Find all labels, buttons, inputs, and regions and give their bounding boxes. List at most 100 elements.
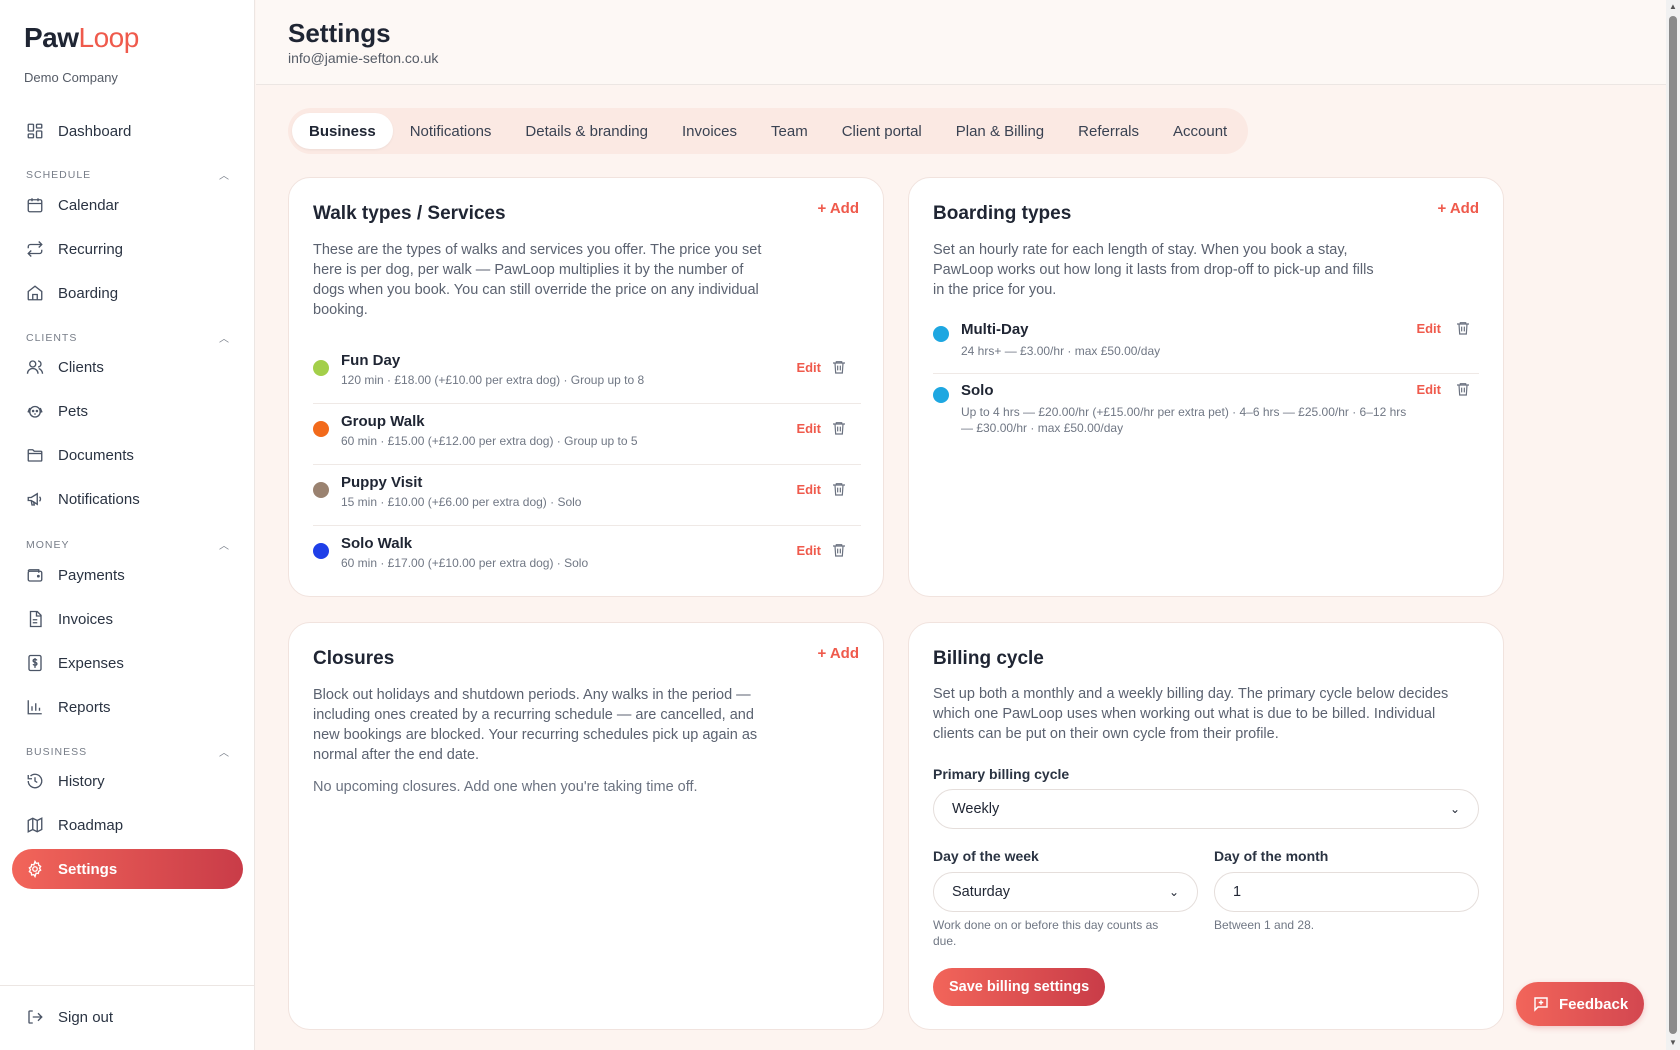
- add-closure-button[interactable]: + Add: [817, 645, 859, 662]
- list-item: Fun Day 120 min · £18.00 (+£10.00 per ex…: [313, 343, 861, 404]
- trash-icon[interactable]: [831, 359, 847, 375]
- day-of-month-label: Day of the month: [1214, 848, 1329, 864]
- trash-icon[interactable]: [831, 481, 847, 497]
- dog-icon: [26, 402, 44, 420]
- gear-icon: [26, 860, 44, 878]
- tab-plan-billing[interactable]: Plan & Billing: [939, 113, 1061, 149]
- day-of-month-input[interactable]: 1: [1214, 872, 1479, 912]
- sidebar-item-reports[interactable]: Reports: [12, 687, 243, 727]
- edit-button[interactable]: Edit: [796, 360, 821, 375]
- tab-referrals[interactable]: Referrals: [1061, 113, 1156, 149]
- tab-invoices[interactable]: Invoices: [665, 113, 754, 149]
- walk-types-title: Walk types / Services: [313, 203, 506, 224]
- edit-button[interactable]: Edit: [1416, 382, 1441, 397]
- chevron-up-icon: ︿: [219, 171, 230, 182]
- sidebar-item-dashboard[interactable]: Dashboard: [12, 111, 243, 151]
- add-boarding-type-button[interactable]: + Add: [1437, 200, 1479, 217]
- sidebar-item-label: History: [58, 772, 105, 790]
- sidebar-item-clients[interactable]: Clients: [12, 347, 243, 387]
- boarding-types-list: Multi-Day 24 hrs+ — £3.00/hr · max £50.0…: [933, 313, 1479, 454]
- edit-button[interactable]: Edit: [796, 543, 821, 558]
- history-icon: [26, 772, 44, 790]
- select-value: Saturday: [952, 884, 1011, 900]
- sidebar-item-label: Settings: [58, 860, 118, 878]
- sidebar-item-label: Dashboard: [58, 122, 132, 140]
- brand-name-part2: Loop: [78, 22, 140, 53]
- walk-types-card: Walk types / Services + Add These are th…: [288, 177, 884, 597]
- section-header-schedule[interactable]: SCHEDULE ︿: [26, 167, 230, 183]
- trash-icon[interactable]: [1455, 320, 1471, 336]
- section-header-money[interactable]: MONEY ︿: [26, 537, 230, 553]
- tab-team[interactable]: Team: [754, 113, 825, 149]
- scrollbar[interactable]: ▲ ▼: [1666, 0, 1680, 1050]
- tab-client-portal[interactable]: Client portal: [825, 113, 939, 149]
- sidebar-item-settings[interactable]: Settings: [12, 849, 243, 889]
- sidebar-item-label: Pets: [58, 402, 89, 420]
- section-header-clients[interactable]: CLIENTS ︿: [26, 330, 230, 346]
- add-walk-type-button[interactable]: + Add: [817, 200, 859, 217]
- home-icon: [26, 284, 44, 302]
- edit-button[interactable]: Edit: [1416, 321, 1441, 336]
- boarding-types-card: Boarding types + Add Set an hourly rate …: [908, 177, 1504, 597]
- edit-button[interactable]: Edit: [796, 482, 821, 497]
- sidebar-item-label: Recurring: [58, 240, 124, 258]
- brand-logo[interactable]: PawLoop: [24, 22, 139, 54]
- scrollbar-thumb[interactable]: [1669, 16, 1677, 1034]
- sidebar-item-label: Notifications: [58, 490, 140, 508]
- save-billing-settings-button[interactable]: Save billing settings: [933, 968, 1106, 1006]
- sidebar-item-documents[interactable]: Documents: [12, 435, 243, 475]
- color-dot: [313, 543, 329, 559]
- sidebar-item-notifications[interactable]: Notifications: [12, 479, 243, 519]
- day-of-week-select[interactable]: Saturday ⌄: [933, 872, 1198, 912]
- scroll-down-arrow-icon[interactable]: ▼: [1668, 1038, 1678, 1047]
- service-name: Fun Day: [341, 352, 401, 369]
- map-icon: [26, 816, 44, 834]
- chevron-up-icon: ︿: [219, 541, 230, 552]
- boarding-meta: Up to 4 hrs — £20.00/hr (+£15.00/hr per …: [961, 405, 1407, 435]
- tab-business[interactable]: Business: [292, 113, 393, 149]
- feedback-button[interactable]: Feedback: [1516, 982, 1645, 1026]
- sidebar-item-recurring[interactable]: Recurring: [12, 229, 243, 269]
- megaphone-icon: [26, 490, 44, 508]
- sidebar-item-roadmap[interactable]: Roadmap: [12, 805, 243, 845]
- section-header-label: BUSINESS: [26, 745, 88, 758]
- brand-name-part1: Paw: [24, 22, 79, 53]
- tab-notifications[interactable]: Notifications: [393, 113, 509, 149]
- list-item: Puppy Visit 15 min · £10.00 (+£6.00 per …: [313, 465, 861, 526]
- color-dot: [933, 387, 949, 403]
- trash-icon[interactable]: [831, 542, 847, 558]
- service-meta: 15 min · £10.00 (+£6.00 per extra dog) ·…: [341, 495, 582, 509]
- sidebar-item-expenses[interactable]: Expenses: [12, 643, 243, 683]
- trash-icon[interactable]: [1455, 381, 1471, 397]
- sidebar-item-label: Expenses: [58, 654, 124, 672]
- sidebar-item-label: Documents: [58, 446, 134, 464]
- trash-icon[interactable]: [831, 420, 847, 436]
- receipt-icon: [26, 654, 44, 672]
- select-value: Weekly: [952, 801, 1000, 817]
- billing-cycle-card: Billing cycle Set up both a monthly and …: [908, 622, 1504, 1030]
- primary-billing-cycle-select[interactable]: Weekly ⌄: [933, 789, 1479, 829]
- list-item: Multi-Day 24 hrs+ — £3.00/hr · max £50.0…: [933, 313, 1479, 374]
- tab-account[interactable]: Account: [1156, 113, 1244, 149]
- sidebar-item-payments[interactable]: Payments: [12, 555, 243, 595]
- company-name: Demo Company: [24, 70, 118, 85]
- tab-details-branding[interactable]: Details & branding: [508, 113, 665, 149]
- sidebar-item-history[interactable]: History: [12, 761, 243, 801]
- boarding-meta: 24 hrs+ — £3.00/hr · max £50.00/day: [961, 344, 1161, 358]
- sidebar-item-label: Invoices: [58, 610, 114, 628]
- boarding-name: Multi-Day: [961, 321, 1029, 338]
- file-text-icon: [26, 610, 44, 628]
- section-header-business[interactable]: BUSINESS ︿: [26, 744, 230, 760]
- color-dot: [313, 482, 329, 498]
- walk-types-list: Fun Day 120 min · £18.00 (+£10.00 per ex…: [313, 343, 861, 587]
- message-plus-icon: [1532, 995, 1550, 1013]
- sidebar-item-boarding[interactable]: Boarding: [12, 273, 243, 313]
- sidebar-item-invoices[interactable]: Invoices: [12, 599, 243, 639]
- sidebar-item-pets[interactable]: Pets: [12, 391, 243, 431]
- edit-button[interactable]: Edit: [796, 421, 821, 436]
- scroll-up-arrow-icon[interactable]: ▲: [1668, 2, 1678, 11]
- boarding-types-description: Set an hourly rate for each length of st…: [933, 242, 1374, 298]
- sign-out-button[interactable]: Sign out: [12, 997, 243, 1037]
- sidebar-item-calendar[interactable]: Calendar: [12, 185, 243, 225]
- list-item: Group Walk 60 min · £15.00 (+£12.00 per …: [313, 404, 861, 465]
